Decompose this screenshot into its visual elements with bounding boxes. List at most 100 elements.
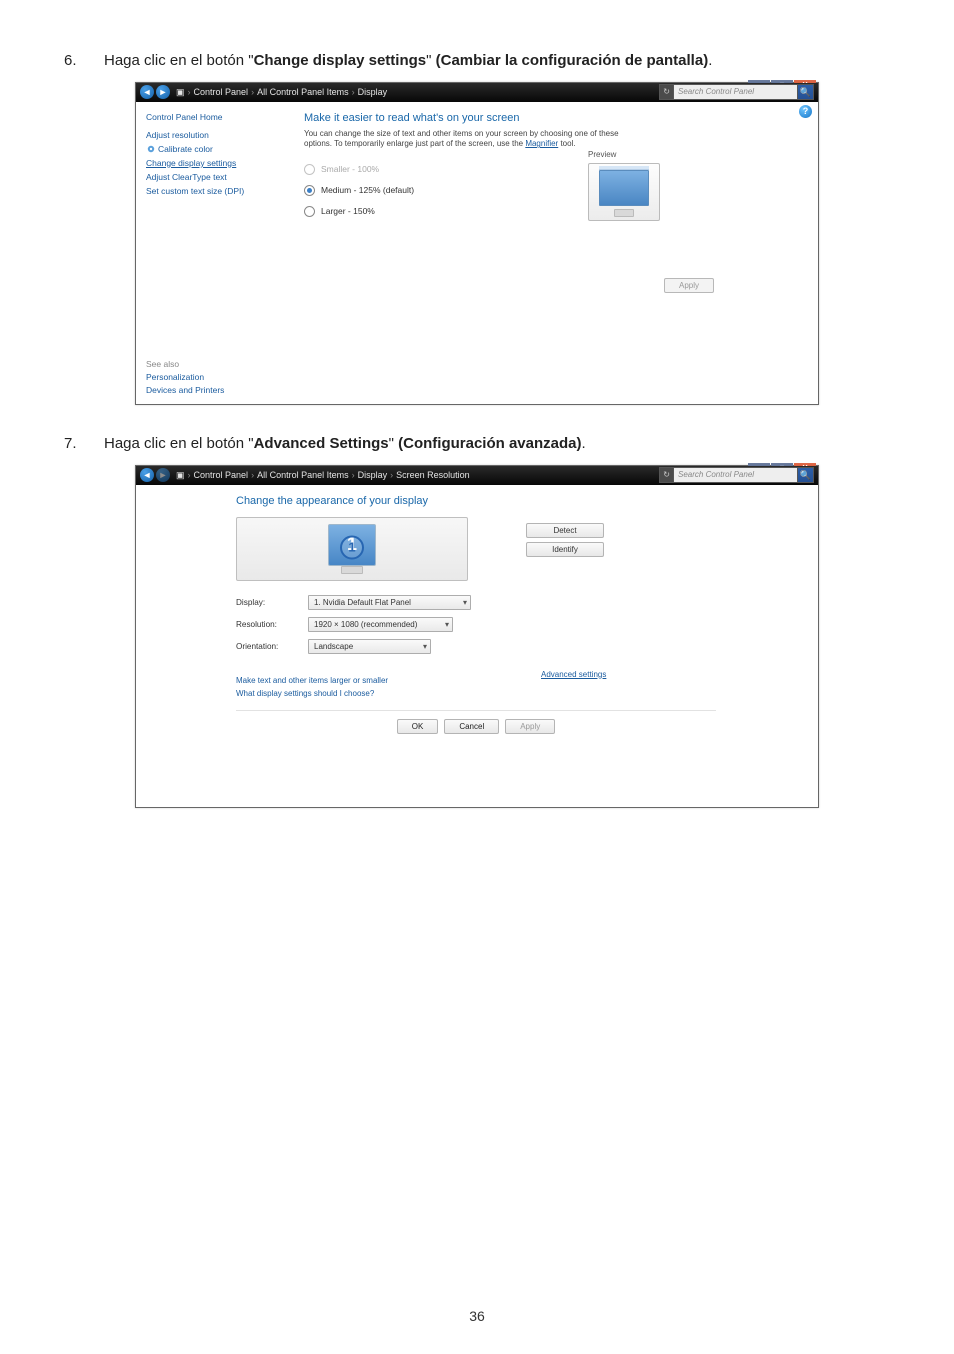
detect-identify-group: Detect Identify [526, 523, 604, 557]
detect-button[interactable]: Detect [526, 523, 604, 538]
help-icon[interactable]: ? [799, 105, 812, 118]
step-6-paren: (Cambiar la configuración de pantalla) [436, 52, 709, 69]
link-make-text-larger[interactable]: Make text and other items larger or smal… [236, 676, 716, 685]
radio-icon [304, 185, 315, 196]
see-also-personalization[interactable]: Personalization [146, 372, 224, 382]
gear-icon [146, 144, 156, 154]
step-6-tail: . [708, 52, 712, 69]
ok-button[interactable]: OK [397, 719, 439, 734]
main-description: You can change the size of text and othe… [304, 129, 634, 150]
step-6-num: 6. [64, 50, 86, 72]
search-wrap: ↻ Search Control Panel 🔍 [659, 84, 814, 100]
window-display-settings: — ▢ X ◄ ► ▣› Control Panel› All Control … [135, 82, 819, 405]
radio-icon [304, 206, 315, 217]
main-heading: Make it easier to read what's on your sc… [304, 112, 800, 124]
back-button[interactable]: ◄ [140, 468, 154, 482]
radio-larger[interactable]: Larger - 150% [304, 206, 800, 217]
back-button[interactable]: ◄ [140, 85, 154, 99]
refresh-icon[interactable]: ↻ [659, 467, 673, 483]
radio-icon [304, 164, 315, 175]
sidebar-link-cleartype[interactable]: Adjust ClearType text [146, 172, 276, 182]
step-7-tail: . [581, 435, 585, 452]
search-wrap: ↻ Search Control Panel 🔍 [659, 467, 814, 483]
sidebar-link-change-display-settings[interactable]: Change display settings [146, 158, 276, 168]
apply-button[interactable]: Apply [664, 278, 714, 293]
monitor-selector[interactable]: 1 1 [236, 517, 468, 581]
radio-medium-label: Medium - 125% (default) [321, 185, 414, 195]
main-panel: ? Make it easier to read what's on your … [286, 102, 818, 404]
orientation-dropdown[interactable]: Landscape [308, 639, 431, 654]
calibrate-label: Calibrate color [158, 144, 213, 154]
crumb-3[interactable]: Screen Resolution [396, 470, 470, 480]
orientation-label: Orientation: [236, 642, 298, 651]
monitor-preview-icon [588, 163, 660, 221]
breadcrumb[interactable]: ▣› Control Panel› All Control Panel Item… [176, 87, 659, 98]
divider [236, 710, 716, 711]
step-6-mid: " [426, 52, 436, 69]
resolution-dropdown[interactable]: 1920 × 1080 (recommended) [308, 617, 453, 632]
display-fields: Display: 1. Nvidia Default Flat Panel Re… [236, 595, 716, 654]
crumb-1[interactable]: All Control Panel Items [257, 470, 349, 480]
sidebar: Control Panel Home Adjust resolution Cal… [136, 102, 286, 404]
apply-button[interactable]: Apply [505, 719, 555, 734]
magnifier-link[interactable]: Magnifier [525, 139, 558, 148]
see-also-devices-printers[interactable]: Devices and Printers [146, 385, 224, 395]
radio-smaller[interactable]: Smaller - 100% [304, 164, 800, 175]
sidebar-link-dpi[interactable]: Set custom text size (DPI) [146, 186, 276, 196]
step-6-pre: Haga clic en el botón " [104, 52, 254, 69]
search-icon[interactable]: 🔍 [798, 84, 814, 100]
cancel-button[interactable]: Cancel [444, 719, 499, 734]
search-icon[interactable]: 🔍 [798, 467, 814, 483]
desc-post: tool. [558, 139, 575, 148]
preview-box: Preview [588, 150, 660, 221]
preview-label: Preview [588, 150, 660, 159]
display-label: Display: [236, 598, 298, 607]
step-7-num: 7. [64, 433, 86, 455]
title-bar: ◄ ► ▣› Control Panel› All Control Panel … [136, 466, 818, 485]
link-what-display-settings[interactable]: What display settings should I choose? [236, 689, 716, 698]
sidebar-link-calibrate-color[interactable]: Calibrate color [146, 144, 276, 154]
window-screen-resolution: — ▢ X ◄ ► ▣› Control Panel› All Control … [135, 465, 819, 808]
sidebar-link-adjust-resolution[interactable]: Adjust resolution [146, 130, 276, 140]
refresh-icon[interactable]: ↻ [659, 84, 673, 100]
title-bar: ◄ ► ▣› Control Panel› All Control Panel … [136, 83, 818, 102]
resolution-label: Resolution: [236, 620, 298, 629]
step-6-text: Haga clic en el botón "Change display se… [104, 50, 712, 72]
heading: Change the appearance of your display [236, 495, 716, 507]
step-6-bold: Change display settings [254, 52, 427, 69]
advanced-settings-link[interactable]: Advanced settings [541, 670, 606, 679]
scale-radio-group: Smaller - 100% Medium - 125% (default) L… [304, 164, 800, 217]
crumb-0[interactable]: Control Panel [194, 87, 249, 97]
radio-medium[interactable]: Medium - 125% (default) [304, 185, 800, 196]
forward-button[interactable]: ► [156, 85, 170, 99]
search-input[interactable]: Search Control Panel [673, 84, 798, 100]
crumb-0[interactable]: Control Panel [194, 470, 249, 480]
radio-smaller-label: Smaller - 100% [321, 164, 379, 174]
crumb-1[interactable]: All Control Panel Items [257, 87, 349, 97]
monitor-1-icon[interactable]: 1 1 [328, 524, 376, 574]
callout-number-icon: 1 [340, 535, 364, 559]
page-number: 36 [0, 1308, 954, 1324]
window-body: Change the appearance of your display 1 … [136, 485, 818, 807]
crumb-2[interactable]: Display [358, 87, 388, 97]
breadcrumb[interactable]: ▣› Control Panel› All Control Panel Item… [176, 470, 659, 481]
dialog-buttons: OK Cancel Apply [236, 719, 716, 734]
step-7: 7. Haga clic en el botón "Advanced Setti… [64, 433, 890, 455]
step-7-bold: Advanced Settings [254, 435, 389, 452]
forward-button[interactable]: ► [156, 468, 170, 482]
step-7-text: Haga clic en el botón "Advanced Settings… [104, 433, 586, 455]
see-also: See also Personalization Devices and Pri… [146, 356, 224, 398]
nav-buttons: ◄ ► [140, 85, 170, 99]
window-body: Control Panel Home Adjust resolution Cal… [136, 102, 818, 404]
help-links: Make text and other items larger or smal… [236, 676, 716, 698]
crumb-2[interactable]: Display [358, 470, 388, 480]
identify-button[interactable]: Identify [526, 542, 604, 557]
display-dropdown[interactable]: 1. Nvidia Default Flat Panel [308, 595, 471, 610]
step-7-paren: (Configuración avanzada) [398, 435, 581, 452]
search-input[interactable]: Search Control Panel [673, 467, 798, 483]
radio-larger-label: Larger - 150% [321, 206, 375, 216]
step-6: 6. Haga clic en el botón "Change display… [64, 50, 890, 72]
step-7-pre: Haga clic en el botón " [104, 435, 254, 452]
step-7-mid: " [389, 435, 399, 452]
sidebar-home[interactable]: Control Panel Home [146, 112, 276, 122]
